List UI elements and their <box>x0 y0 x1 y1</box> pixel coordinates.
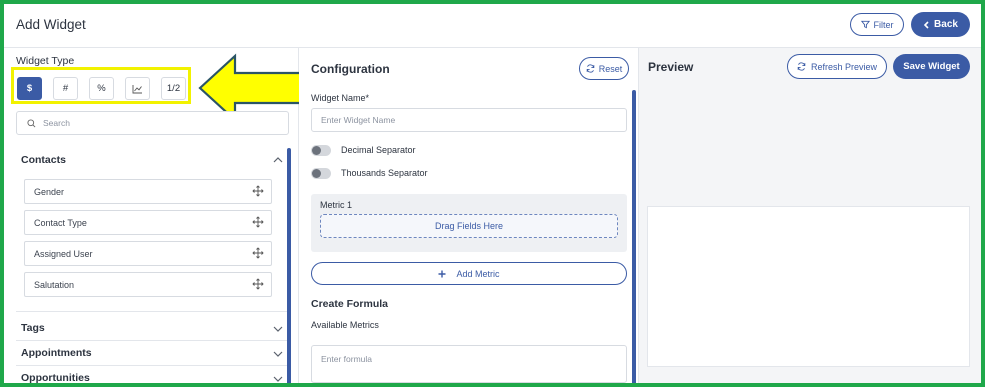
filter-label: Filter <box>873 19 894 30</box>
save-widget-button[interactable]: Save Widget <box>893 54 970 79</box>
metric-title: Metric 1 <box>320 200 353 210</box>
refresh-icon <box>797 62 806 71</box>
chevron-down-icon <box>273 351 283 357</box>
decimal-separator-toggle[interactable] <box>311 144 331 156</box>
section-tags[interactable]: Tags <box>21 322 283 334</box>
section-contacts[interactable]: Contacts <box>21 154 283 166</box>
section-divider <box>16 340 288 341</box>
move-icon <box>252 216 264 228</box>
thousands-separator-row: Thousands Separator <box>311 167 428 179</box>
field-item-salutation[interactable]: Salutation <box>24 272 272 297</box>
refresh-preview-button[interactable]: Refresh Preview <box>787 54 887 79</box>
decimal-separator-row: Decimal Separator <box>311 144 416 156</box>
chevron-left-icon <box>923 20 929 29</box>
plus-icon <box>438 270 446 277</box>
widget-type-highlight: $ # % 1/2 <box>11 67 191 104</box>
metric-card: Metric 1 Drag Fields Here <box>311 194 627 252</box>
create-formula-title: Create Formula <box>311 298 389 310</box>
section-contacts-title: Contacts <box>21 154 66 166</box>
widget-name-input[interactable] <box>311 108 627 132</box>
back-label: Back <box>934 19 958 30</box>
field-item-label: Contact Type <box>34 217 87 228</box>
chevron-down-icon <box>273 376 283 382</box>
field-search[interactable] <box>16 111 289 135</box>
widget-type-label: Widget Type <box>16 55 75 67</box>
back-button[interactable]: Back <box>911 12 970 37</box>
chevron-down-icon <box>273 326 283 332</box>
configuration-panel: Configuration Reset Widget Name* Decimal… <box>299 48 639 383</box>
page-title: Add Widget <box>16 17 86 32</box>
configuration-title: Configuration <box>311 62 390 76</box>
refresh-preview-label: Refresh Preview <box>810 61 878 72</box>
available-metrics-label: Available Metrics <box>311 320 379 330</box>
left-scrollbar[interactable] <box>287 148 291 383</box>
field-item-gender[interactable]: Gender <box>24 179 272 204</box>
move-icon <box>252 247 264 259</box>
move-icon <box>252 278 264 290</box>
widget-name-label: Widget Name* <box>311 93 370 103</box>
move-icon <box>252 185 264 197</box>
widget-type-ratio[interactable]: 1/2 <box>161 77 186 100</box>
add-metric-label: Add Metric <box>456 268 500 279</box>
field-picker-panel: Widget Type $ # % 1/2 Contacts Gender <box>4 48 303 384</box>
chevron-up-icon <box>273 157 283 163</box>
field-item-assigned-user[interactable]: Assigned User <box>24 241 272 266</box>
section-opportunities-title: Opportunities <box>21 372 90 384</box>
filter-icon <box>860 20 870 29</box>
thousands-separator-toggle[interactable] <box>311 167 331 179</box>
section-appointments[interactable]: Appointments <box>21 347 283 359</box>
widget-type-percent[interactable]: % <box>89 77 114 100</box>
field-item-contact-type[interactable]: Contact Type <box>24 210 272 235</box>
search-input[interactable] <box>43 118 263 128</box>
field-item-label: Salutation <box>34 279 75 290</box>
field-item-label: Assigned User <box>34 248 93 259</box>
filter-button[interactable]: Filter <box>850 13 904 36</box>
reset-label: Reset <box>598 63 623 74</box>
top-bar: Add Widget Filter Back <box>4 4 981 48</box>
section-divider <box>16 311 288 312</box>
line-chart-icon <box>132 84 142 93</box>
section-tags-title: Tags <box>21 322 45 334</box>
widget-type-chart[interactable] <box>125 77 150 100</box>
middle-scrollbar[interactable] <box>632 90 636 383</box>
section-opportunities[interactable]: Opportunities <box>21 372 283 384</box>
preview-canvas <box>647 206 970 367</box>
widget-type-number[interactable]: # <box>53 77 78 100</box>
section-divider <box>16 365 288 366</box>
search-icon <box>27 118 36 127</box>
field-item-label: Gender <box>34 186 65 197</box>
thousands-separator-label: Thousands Separator <box>341 168 428 178</box>
app-frame: Add Widget Filter Back Widget Type $ # %… <box>0 0 985 387</box>
formula-input[interactable] <box>311 345 627 383</box>
metric-drop-zone[interactable]: Drag Fields Here <box>320 214 618 238</box>
preview-title: Preview <box>648 60 694 74</box>
add-metric-button[interactable]: Add Metric <box>311 262 627 285</box>
section-appointments-title: Appointments <box>21 347 92 359</box>
refresh-icon <box>586 64 595 73</box>
widget-type-currency[interactable]: $ <box>17 77 42 100</box>
decimal-separator-label: Decimal Separator <box>341 145 416 155</box>
reset-button[interactable]: Reset <box>579 57 629 80</box>
preview-panel: Preview Refresh Preview Save Widget <box>639 48 981 383</box>
